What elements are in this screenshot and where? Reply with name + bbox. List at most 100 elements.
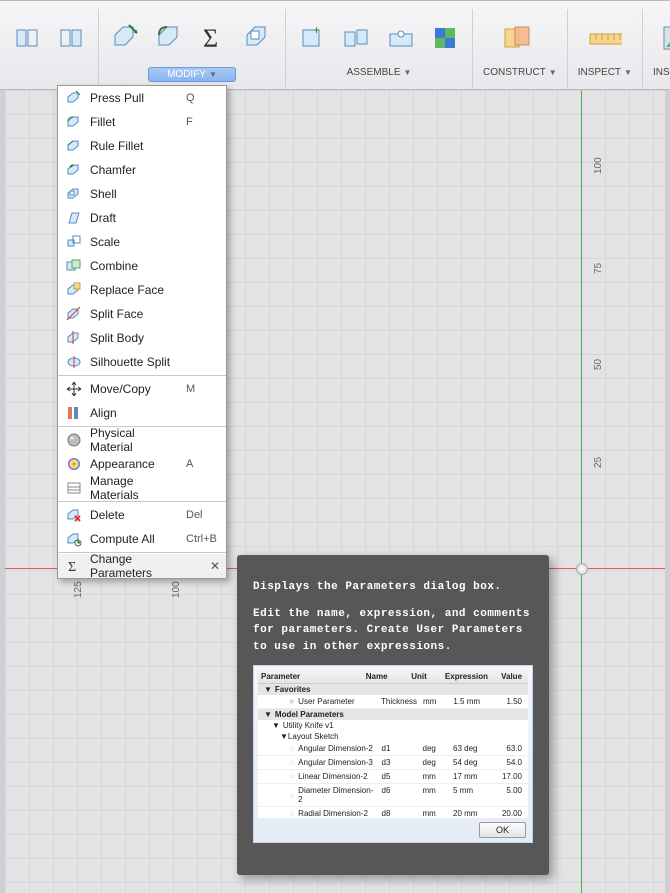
menu-item-appearance[interactable]: AppearanceA (58, 452, 226, 476)
construct-dropdown-button[interactable]: CONSTRUCT▼ (483, 67, 557, 78)
menu-item-move[interactable]: Move/CopyM (58, 377, 226, 401)
close-icon[interactable]: ✕ (210, 559, 220, 573)
tool-group-inspect: INSPECT▼ (568, 9, 643, 89)
menu-item-shortcut: A (186, 458, 218, 470)
table-row[interactable]: ☆Radial Dimension-2d8mm20 mm20.00 (258, 807, 528, 818)
shell-icon[interactable] (241, 21, 275, 55)
menu-item-combine[interactable]: Combine (58, 254, 226, 278)
tool-group-modify: Σ MODIFY▼ (99, 9, 286, 89)
menu-item-fillet[interactable]: FilletF (58, 110, 226, 134)
change-parameters-tooltip: Displays the Parameters dialog box. Edit… (237, 555, 549, 875)
menu-item-label: Scale (90, 235, 178, 249)
origin-handle[interactable] (576, 563, 588, 575)
insert-dropdown-button[interactable]: INSERT▼ (653, 67, 670, 78)
menu-item-replace-face[interactable]: Replace Face (58, 278, 226, 302)
move-icon (66, 381, 82, 397)
joint-icon[interactable] (340, 21, 374, 55)
construct-label: CONSTRUCT (483, 67, 546, 78)
table-row[interactable]: ★User Parameter Thickness mm 1.5 mm 1.50 (258, 695, 528, 709)
toolbar: Σ MODIFY▼ + ASSEMBLE▼ CONSTRUCT▼ (0, 0, 670, 90)
menu-item-shortcut: M (186, 383, 218, 395)
tool-group-mirror (0, 9, 99, 89)
assemble-dropdown-button[interactable]: ASSEMBLE▼ (347, 67, 412, 78)
star-icon: ☆ (288, 809, 295, 818)
silhouette-icon (66, 354, 82, 370)
menu-item-scale[interactable]: Scale (58, 230, 226, 254)
sigma-icon[interactable]: Σ (197, 21, 231, 55)
construct-plane-icon[interactable] (503, 21, 537, 55)
modify-dropdown-button[interactable]: MODIFY▼ (148, 67, 236, 82)
menu-item-split-body[interactable]: Split Body (58, 326, 226, 350)
menu-item-label: Rule Fillet (90, 139, 178, 153)
modify-label: MODIFY (167, 69, 206, 80)
tooltip-body: Edit the name, expression, and comments … (253, 606, 533, 656)
menu-item-label: Delete (90, 508, 178, 522)
col-header: Value (491, 670, 528, 683)
split-body-icon (66, 330, 82, 346)
star-icon: ☆ (288, 791, 295, 800)
insert-image-icon[interactable] (660, 21, 670, 55)
ok-button[interactable]: OK (479, 822, 526, 838)
parameters-table: Parameter Name Unit Expression Value ▼Fa… (258, 670, 528, 818)
col-header: Name (363, 670, 409, 683)
menu-item-label: Split Body (90, 331, 178, 345)
assemble-misc-icon[interactable] (428, 21, 462, 55)
measure-icon[interactable] (588, 21, 622, 55)
new-component-icon[interactable]: + (296, 21, 330, 55)
svg-text:+: + (313, 24, 320, 37)
menu-item-phys-mat[interactable]: Physical Material (58, 428, 226, 452)
star-icon: ☆ (288, 772, 295, 781)
model-params-group[interactable]: ▼Model Parameters (258, 709, 528, 720)
mirror-right-icon[interactable] (54, 21, 88, 55)
menu-item-label: Draft (90, 211, 178, 225)
menu-item-label: Replace Face (90, 283, 178, 297)
star-icon: ☆ (288, 744, 295, 753)
menu-item-split-face[interactable]: Split Face (58, 302, 226, 326)
press-pull-icon (66, 90, 82, 106)
utility-knife-group[interactable]: ▼Utility Knife v1 (258, 720, 528, 731)
menu-item-shell[interactable]: Shell (58, 182, 226, 206)
menu-item-delete[interactable]: Delete Del (58, 503, 226, 527)
menu-item-compute[interactable]: Compute AllCtrl+B (58, 527, 226, 551)
joint-origin-icon[interactable] (384, 21, 418, 55)
tool-group-construct: CONSTRUCT▼ (473, 9, 568, 89)
menu-item-sigma[interactable]: ΣChange Parameters✕ (58, 554, 226, 578)
ruler-y-tick: 100 (593, 157, 604, 174)
col-header: Unit (408, 670, 442, 683)
inspect-dropdown-button[interactable]: INSPECT▼ (578, 67, 632, 78)
chamfer-icon (66, 162, 82, 178)
table-row[interactable]: ☆Angular Dimension-2d1deg63 deg63.0 (258, 742, 528, 756)
menu-item-press-pull[interactable]: Press PullQ (58, 86, 226, 110)
press-pull-icon[interactable] (109, 21, 143, 55)
menu-item-chamfer[interactable]: Chamfer (58, 158, 226, 182)
menu-item-manage-mat[interactable]: Manage Materials (58, 476, 226, 500)
menu-item-label: Silhouette Split (90, 355, 178, 369)
col-header: Parameter (258, 670, 363, 683)
menu-item-shortcut: Del (186, 509, 218, 521)
menu-item-label: Compute All (90, 532, 178, 546)
replace-face-icon (66, 282, 82, 298)
menu-item-shortcut: Q (186, 92, 218, 104)
shell-icon (66, 186, 82, 202)
ruler-y-tick: 50 (593, 359, 604, 370)
menu-item-rule-fillet[interactable]: Rule Fillet (58, 134, 226, 158)
split-face-icon (66, 306, 82, 322)
favorites-group[interactable]: ▼Favorites (258, 684, 528, 695)
menu-item-label: Combine (90, 259, 178, 273)
menu-item-label: Fillet (90, 115, 178, 129)
table-row[interactable]: ☆Diameter Dimension-2d6mm5 mm5.00 (258, 784, 528, 807)
layout-sketch-group[interactable]: ▼Layout Sketch (258, 731, 528, 742)
table-row[interactable]: ☆Linear Dimension-2d5mm17 mm17.00 (258, 770, 528, 784)
fillet-icon (66, 114, 82, 130)
menu-item-silhouette[interactable]: Silhouette Split (58, 350, 226, 374)
menu-separator (58, 375, 226, 376)
fillet-icon[interactable] (153, 21, 187, 55)
mirror-left-icon[interactable] (10, 21, 44, 55)
inspect-label: INSPECT (578, 67, 621, 78)
star-icon: ☆ (288, 758, 295, 767)
table-row[interactable]: ☆Angular Dimension-3d3deg54 deg54.0 (258, 756, 528, 770)
menu-item-label: Shell (90, 187, 178, 201)
menu-item-align[interactable]: Align (58, 401, 226, 425)
menu-item-draft[interactable]: Draft (58, 206, 226, 230)
svg-text:Σ: Σ (203, 24, 218, 53)
